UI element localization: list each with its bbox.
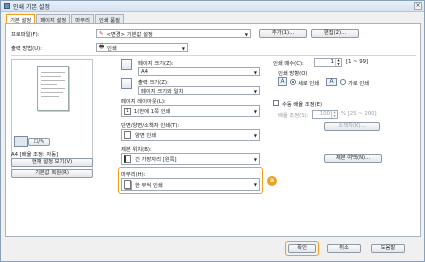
tab-page-setup[interactable]: 페이지 설정 [36, 14, 71, 24]
copies-range: [1 ~ 99] [346, 59, 369, 65]
add-profile-button[interactable]: 추가(1)... [259, 29, 307, 38]
copies-label: 인쇄 매수(C): [273, 61, 304, 67]
scaling-spinner[interactable]: 100 ▲ ▼ [312, 110, 338, 119]
chevron-down-icon: ▼ [244, 32, 248, 37]
portrait-radio[interactable] [290, 79, 296, 85]
print-icon: 🖶 [99, 44, 105, 50]
finishing-select[interactable]: 한 부씩 인쇄 ▼ [121, 178, 260, 191]
page-size-select[interactable]: A4 ▼ [138, 67, 260, 76]
manual-scaling-label: 수동 배율 조정(E) [282, 102, 323, 108]
binding-location-value: 긴 가장자리 [왼쪽] [135, 157, 177, 163]
chevron-down-icon: ▼ [181, 46, 185, 51]
binding-location-select[interactable]: 긴 가장자리 [왼쪽] ▼ [121, 153, 260, 165]
help-button[interactable]: 도움말 [371, 244, 405, 253]
output-size-value: 페이지 크기와 일치 [141, 88, 184, 95]
chevron-down-icon: ▼ [253, 70, 257, 75]
profile-select[interactable]: ✎ <변경> 기본값 설정 ▼ [96, 29, 251, 38]
portrait-icon: A [278, 77, 287, 86]
binding-location-label: 제본 위치(B): [121, 147, 152, 153]
finishing-value: 한 부씩 인쇄 [135, 182, 163, 189]
scaling-range: % [25 ~ 200] [341, 111, 377, 117]
binding-icon [124, 155, 131, 163]
divider [11, 55, 416, 56]
tab-basic-settings[interactable]: 기본 설정 [6, 14, 36, 24]
profile-label: 프로파일(F): [11, 32, 40, 38]
binding-margin-button[interactable]: 제본 여백(N)... [324, 154, 382, 163]
window-title: 인쇄 기본 설정 [13, 3, 50, 11]
portrait-label: 세로 인쇄 [298, 81, 320, 87]
chevron-down-icon: ▼ [253, 133, 257, 138]
tab-bar: 기본 설정 페이지 설정 마무리 인쇄 품질 [6, 14, 125, 24]
restore-defaults-button[interactable]: 기본값 복원(R) [11, 169, 93, 178]
printer-icon [4, 3, 10, 9]
chevron-down-icon: ▼ [253, 89, 257, 94]
page-size-value: A4 [141, 68, 148, 75]
output-size-icon [121, 78, 132, 89]
output-method-value: 인쇄 [107, 45, 117, 52]
view-settings-button[interactable]: 현재 설정 보기(V) [11, 158, 93, 167]
close-icon[interactable]: × [414, 2, 422, 10]
landscape-label: 가로 인쇄 [348, 81, 370, 87]
title-bar: 인쇄 기본 설정 × [1, 1, 424, 12]
copies-value: 1 [330, 59, 334, 65]
printing-preferences-window: 인쇄 기본 설정 × 기본 설정 페이지 설정 마무리 인쇄 품질 프로파일(F… [0, 0, 425, 262]
scaling-label: 배율 조정(S): [278, 113, 309, 119]
spinner-arrows-icon[interactable]: ▲ ▼ [331, 110, 337, 118]
profile-value: <변경> 기본값 설정 [106, 31, 153, 38]
landscape-icon: A [326, 78, 337, 86]
duplex-value: 양면 인쇄 [135, 133, 157, 139]
duplex-label: 단면/양면/소책자 인쇄(T): [121, 123, 180, 129]
preview-mode-label: A4 [배율 조정: 자동] [11, 152, 59, 158]
edit-profile-button[interactable]: 편집(2)... [311, 29, 359, 38]
page-preview [37, 66, 69, 111]
finishing-label: 마무리(H): [121, 172, 146, 178]
page-layout-value: 1(한에 1쪽 인쇄 [133, 109, 171, 115]
scaling-value: 100 [319, 111, 330, 117]
collate-icon [124, 180, 131, 189]
booklet-button[interactable]: 소책자(K)... [324, 122, 380, 131]
output-size-label: 출력 크기(Z): [138, 80, 169, 86]
callout-badge-a: a [267, 176, 277, 186]
tab-finishing[interactable]: 마무리 [71, 14, 94, 24]
chevron-down-icon: ▼ [253, 157, 257, 162]
tab-print-quality[interactable]: 인쇄 품질 [94, 14, 125, 24]
printer-preview-icon [14, 136, 28, 147]
chevron-down-icon: ▼ [253, 109, 257, 114]
duplex-icon [124, 131, 131, 139]
ok-button[interactable]: 확인 [288, 244, 316, 253]
orientation-label: 인쇄 방향(O) [278, 71, 308, 77]
manual-scaling-checkbox[interactable] [273, 100, 279, 106]
duplex-select[interactable]: 양면 인쇄 ▼ [121, 129, 260, 141]
landscape-radio[interactable] [340, 79, 346, 85]
cancel-button[interactable]: 취소 [327, 244, 361, 253]
preview-toggle-button[interactable]: ☐/✎ [28, 138, 50, 146]
output-method-label: 출력 방법(U): [11, 46, 42, 52]
chevron-down-icon: ▼ [253, 182, 257, 187]
page-layout-label: 페이지 레이아웃(L): [121, 99, 166, 105]
page-size-label: 페이지 크기(Z): [138, 61, 174, 67]
one-up-icon: 1 [124, 107, 131, 115]
output-size-select[interactable]: 페이지 크기와 일치 ▼ [138, 86, 260, 95]
pencil-icon: ✎ [99, 30, 104, 37]
basic-settings-panel: 프로파일(F): ✎ <변경> 기본값 설정 ▼ 추가(1)... 편집(2).… [5, 23, 421, 237]
spinner-arrows-icon[interactable]: ▲ ▼ [335, 58, 341, 66]
copies-spinner[interactable]: 1 ▲ ▼ [314, 58, 342, 67]
page-size-icon [121, 59, 132, 70]
page-layout-select[interactable]: 1 1(한에 1쪽 인쇄 ▼ [121, 105, 260, 117]
output-method-select[interactable]: 🖶 인쇄 ▼ [96, 43, 188, 52]
